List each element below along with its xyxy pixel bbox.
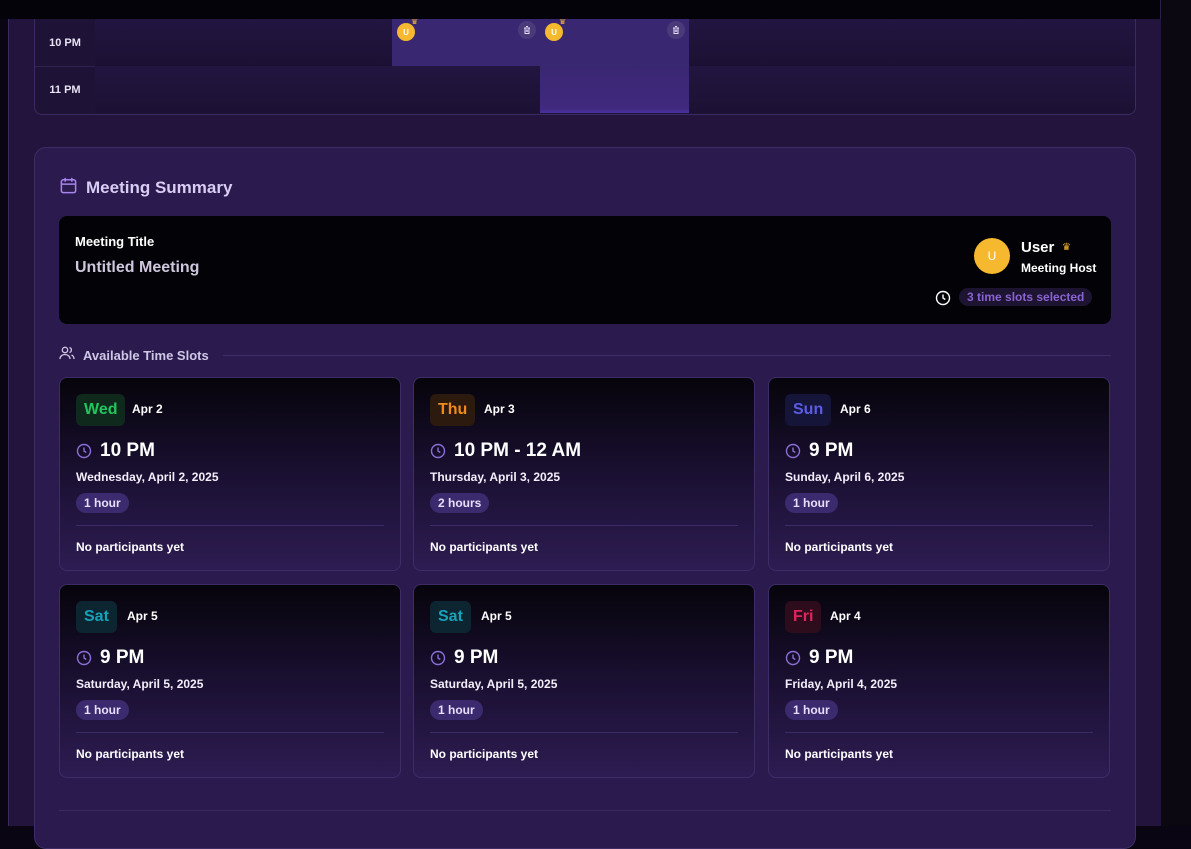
- participants-text: No participants yet: [430, 540, 539, 554]
- time-label: 10 PM: [35, 19, 96, 66]
- slot-time: 9 PM: [100, 647, 145, 668]
- host-name: User: [1021, 239, 1055, 256]
- date-short: Apr 5: [127, 609, 158, 623]
- time-slot-card[interactable]: Sat Apr 5 9 PM Saturday, April 5, 2025 1…: [59, 584, 401, 778]
- participants-text: No participants yet: [785, 540, 894, 554]
- time-slot-card[interactable]: Fri Apr 4 9 PM Friday, April 4, 2025 1 h…: [768, 584, 1110, 778]
- day-badge: Wed: [76, 394, 126, 426]
- avatar: U: [974, 238, 1010, 274]
- meeting-summary-panel: Meeting Summary Meeting Title Untitled M…: [34, 147, 1136, 849]
- crown-icon: ♛: [559, 19, 567, 26]
- date-short: Apr 2: [132, 402, 163, 416]
- calendar-cell[interactable]: [837, 19, 987, 66]
- trash-icon[interactable]: [667, 21, 685, 39]
- calendar-cell[interactable]: [689, 19, 838, 66]
- top-bar: [0, 0, 1191, 19]
- day-badge: Thu: [430, 394, 476, 426]
- divider: [785, 525, 1093, 526]
- time-slot-card[interactable]: Wed Apr 2 10 PM Wednesday, April 2, 2025…: [59, 377, 401, 571]
- duration-badge: 1 hour: [785, 700, 838, 720]
- summary-title: Meeting Summary: [86, 178, 233, 197]
- calendar-cell-selected[interactable]: [540, 66, 690, 113]
- calendar-grid: 10 PM U ♛ U ♛ 11 PM: [34, 19, 1136, 115]
- duration-badge: 1 hour: [76, 700, 129, 720]
- slot-full-date: Friday, April 4, 2025: [785, 677, 898, 691]
- clock-icon: [430, 650, 446, 671]
- participants-text: No participants yet: [785, 747, 894, 761]
- crown-icon: ♛: [411, 19, 419, 26]
- participants-text: No participants yet: [76, 747, 185, 761]
- slot-time: 9 PM: [454, 647, 499, 668]
- slot-time: 9 PM: [809, 440, 854, 461]
- slot-time: 10 PM: [100, 440, 155, 461]
- scrollbar-track[interactable]: [1160, 0, 1191, 826]
- calendar-cell[interactable]: [243, 19, 393, 66]
- slot-full-date: Sunday, April 6, 2025: [785, 470, 905, 484]
- divider: [76, 525, 384, 526]
- clock-icon: [935, 290, 951, 311]
- meeting-info-card: Meeting Title Untitled Meeting U User ♛ …: [59, 216, 1111, 324]
- duration-badge: 2 hours: [430, 493, 490, 513]
- slots-count-badge: 3 time slots selected: [959, 288, 1093, 306]
- slot-full-date: Thursday, April 3, 2025: [430, 470, 561, 484]
- divider: [76, 732, 384, 733]
- duration-badge: 1 hour: [76, 493, 129, 513]
- duration-badge: 1 hour: [430, 700, 483, 720]
- divider: [785, 732, 1093, 733]
- calendar-cell[interactable]: [837, 66, 987, 113]
- time-label: 11 PM: [35, 66, 96, 113]
- calendar-row-10pm: 10 PM U ♛ U ♛: [35, 19, 1135, 67]
- slot-time: 9 PM: [809, 647, 854, 668]
- meeting-title-value[interactable]: Untitled Meeting: [75, 259, 199, 277]
- calendar-cell[interactable]: [986, 19, 1135, 66]
- calendar-cell[interactable]: [392, 66, 541, 113]
- available-slots-title: Available Time Slots: [83, 348, 209, 363]
- clock-icon: [76, 443, 92, 464]
- clock-icon: [785, 443, 801, 464]
- calendar-row-11pm: 11 PM: [35, 66, 1135, 113]
- day-badge: Sun: [785, 394, 832, 426]
- time-slot-card[interactable]: Thu Apr 3 10 PM - 12 AM Thursday, April …: [413, 377, 755, 571]
- day-badge: Sat: [76, 601, 117, 633]
- date-short: Apr 6: [840, 402, 871, 416]
- slot-full-date: Wednesday, April 2, 2025: [76, 470, 219, 484]
- calendar-icon: [59, 176, 78, 200]
- time-slot-card[interactable]: Sat Apr 5 9 PM Saturday, April 5, 2025 1…: [413, 584, 755, 778]
- available-slots-header: Available Time Slots: [59, 346, 1111, 365]
- meeting-title-label: Meeting Title: [75, 234, 155, 249]
- slot-full-date: Saturday, April 5, 2025: [430, 677, 558, 691]
- time-slot-card[interactable]: Sun Apr 6 9 PM Sunday, April 6, 2025 1 h…: [768, 377, 1110, 571]
- slot-time: 10 PM - 12 AM: [454, 440, 582, 461]
- users-icon: [59, 346, 75, 365]
- participants-text: No participants yet: [430, 747, 539, 761]
- calendar-cell[interactable]: [986, 66, 1135, 113]
- calendar-cell[interactable]: [95, 66, 244, 113]
- participants-text: No participants yet: [76, 540, 185, 554]
- summary-header: Meeting Summary: [59, 176, 232, 200]
- clock-icon: [430, 443, 446, 464]
- slot-full-date: Saturday, April 5, 2025: [76, 677, 204, 691]
- crown-icon: ♛: [1062, 242, 1071, 253]
- date-short: Apr 4: [830, 609, 861, 623]
- divider: [430, 525, 738, 526]
- host-role: Meeting Host: [1021, 261, 1097, 275]
- divider: [430, 732, 738, 733]
- calendar-cell-selected[interactable]: U ♛: [540, 19, 690, 66]
- page-content: 10 PM U ♛ U ♛ 11 PM Meeting Summary Meet…: [8, 19, 1161, 849]
- date-short: Apr 5: [481, 609, 512, 623]
- duration-badge: 1 hour: [785, 493, 838, 513]
- calendar-cell-selected[interactable]: U ♛: [392, 19, 541, 66]
- trash-icon[interactable]: [518, 21, 536, 39]
- clock-icon: [76, 650, 92, 671]
- calendar-cell[interactable]: [689, 66, 838, 113]
- day-badge: Sat: [430, 601, 471, 633]
- day-badge: Fri: [785, 601, 822, 633]
- clock-icon: [785, 650, 801, 671]
- divider: [222, 355, 1111, 356]
- divider: [59, 810, 1111, 811]
- date-short: Apr 3: [484, 402, 515, 416]
- calendar-cell[interactable]: [95, 19, 244, 66]
- calendar-cell[interactable]: [243, 66, 393, 113]
